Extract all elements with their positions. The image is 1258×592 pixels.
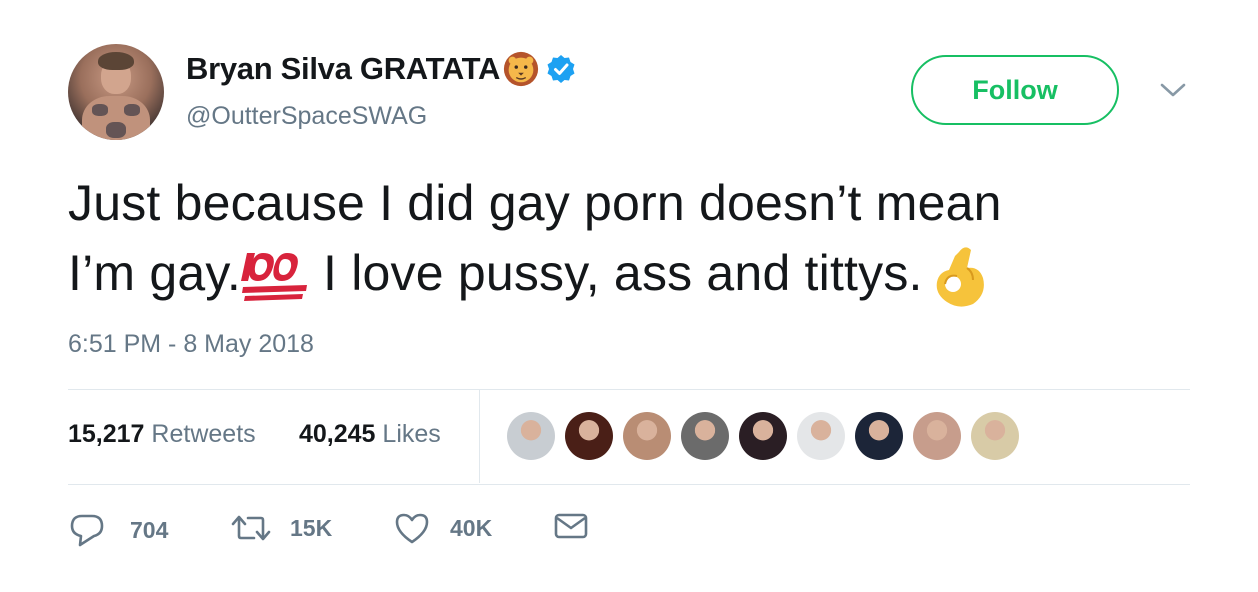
liker-avatar[interactable]	[913, 412, 961, 460]
reply-count: 704	[130, 516, 169, 543]
tweet-text: Just because I did gay porn doesn’t mean…	[68, 168, 1178, 310]
direct-message-button[interactable]	[554, 512, 588, 540]
follow-button[interactable]: Follow	[911, 55, 1119, 125]
tweet-line-2-end: I love pussy, ass and tittys.	[308, 245, 923, 301]
lion-face-icon	[504, 51, 539, 87]
reply-button[interactable]: 704	[68, 512, 168, 548]
divider-bottom	[68, 484, 1190, 485]
tweet-line-2-start: I’m gay.	[68, 245, 241, 301]
retweets-stat[interactable]: 15,217 Retweets	[68, 420, 256, 449]
ok-hand-icon	[936, 247, 984, 307]
retweets-count: 15,217	[68, 420, 145, 448]
avatar-tattoo	[124, 104, 140, 116]
liker-avatar[interactable]	[971, 412, 1019, 460]
chevron-down-icon[interactable]	[1158, 80, 1188, 100]
hundred-points-icon	[240, 252, 307, 301]
display-name[interactable]: Bryan Silva GRATATA	[186, 50, 576, 88]
liker-avatar[interactable]	[681, 412, 729, 460]
divider-top	[68, 389, 1190, 390]
likes-stat[interactable]: 40,245 Likes	[299, 420, 441, 449]
liker-avatar[interactable]	[623, 412, 671, 460]
liker-avatar[interactable]	[797, 412, 845, 460]
stats-divider	[479, 390, 480, 483]
liker-avatar[interactable]	[507, 412, 555, 460]
display-name-text: Bryan Silva GRATATA	[186, 51, 501, 86]
liker-avatar[interactable]	[565, 412, 613, 460]
likes-count: 40,245	[299, 420, 376, 448]
like-button[interactable]: 40K	[394, 512, 492, 544]
likes-label: Likes	[382, 420, 441, 448]
envelope-icon	[554, 513, 588, 539]
retweet-button[interactable]: 15K	[230, 512, 332, 544]
avatar-tattoo	[106, 122, 126, 138]
reply-icon	[70, 514, 104, 547]
verified-badge-icon	[547, 55, 575, 83]
tweet-line-2: I’m gay. I love pussy, ass and tittys.	[68, 238, 1178, 310]
avatar-tattoo	[92, 104, 108, 116]
retweets-label: Retweets	[151, 420, 256, 448]
liker-avatar[interactable]	[739, 412, 787, 460]
avatar[interactable]	[68, 44, 164, 140]
user-handle[interactable]: @OutterSpaceSWAG	[186, 102, 427, 131]
avatar-hair	[98, 52, 134, 70]
like-count: 40K	[450, 514, 493, 541]
liker-avatar[interactable]	[855, 412, 903, 460]
tweet-line-1: Just because I did gay porn doesn’t mean	[68, 175, 1002, 231]
retweet-icon	[231, 515, 271, 541]
heart-icon	[395, 513, 429, 544]
retweet-count: 15K	[290, 514, 333, 541]
tweet-timestamp[interactable]: 6:51 PM - 8 May 2018	[68, 330, 314, 359]
